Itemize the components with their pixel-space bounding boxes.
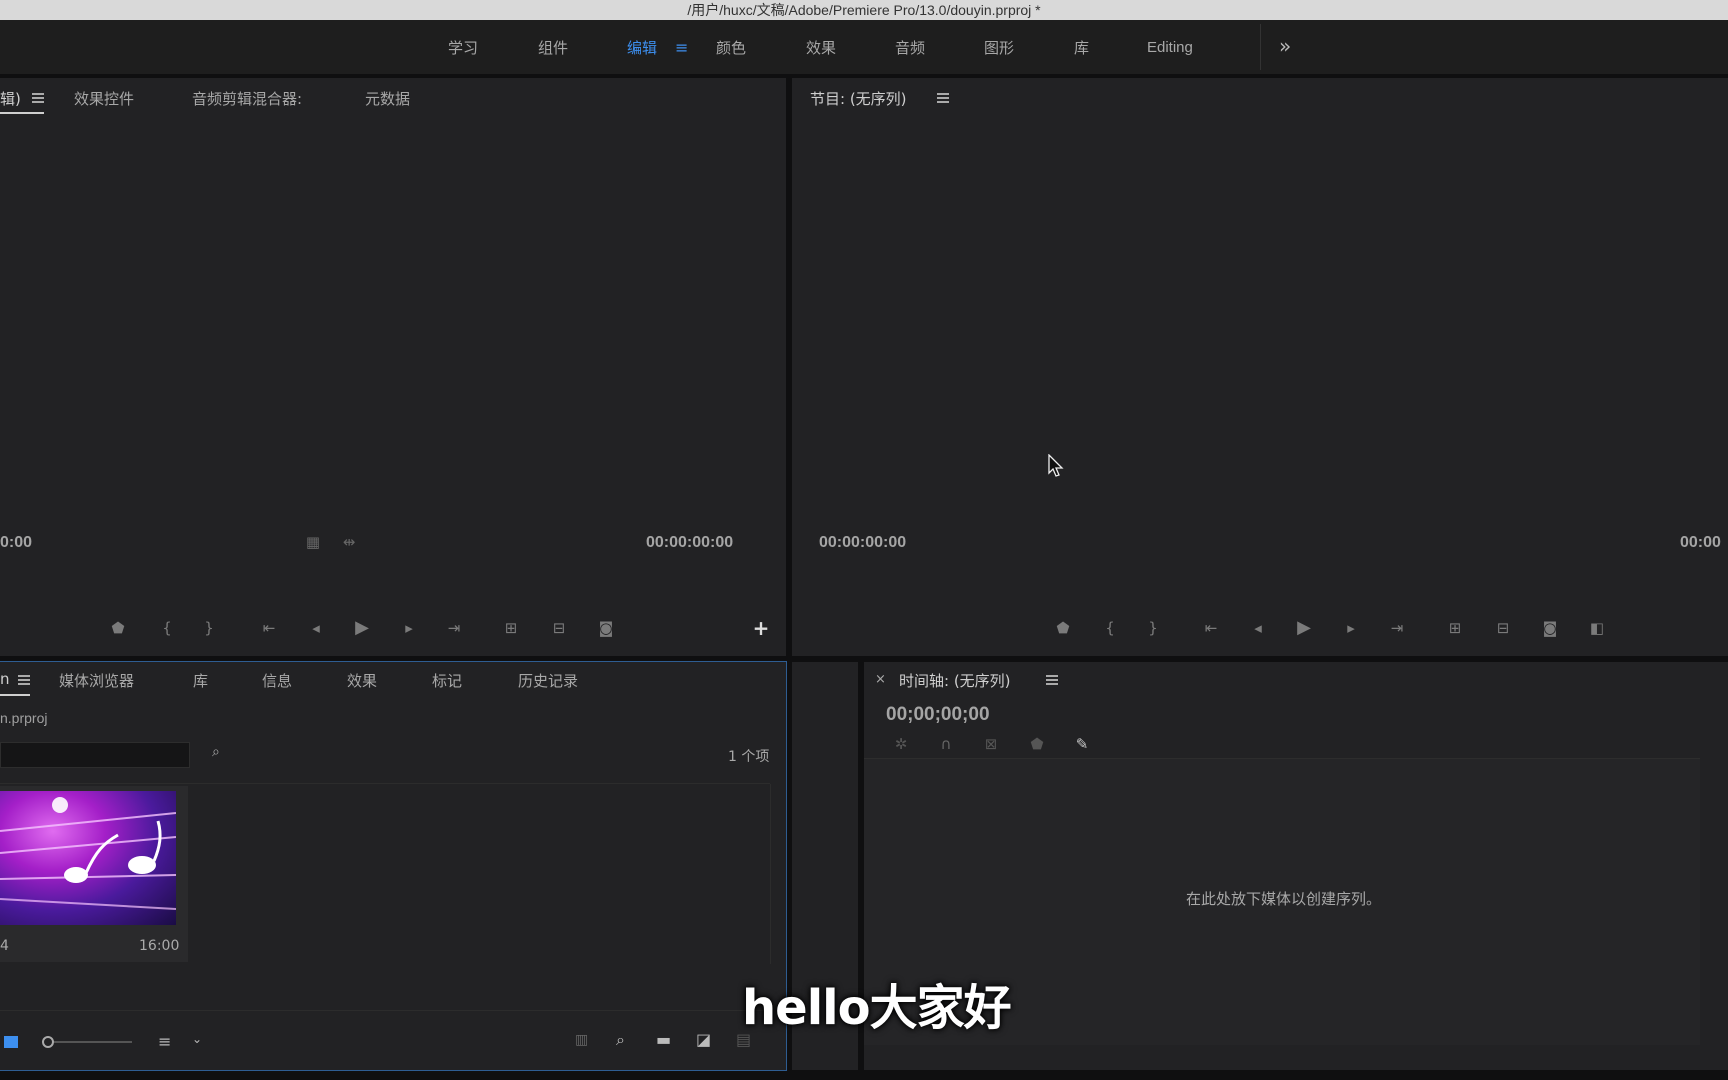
tab-libraries[interactable]: 库 xyxy=(193,670,208,691)
close-icon[interactable]: × xyxy=(875,672,886,687)
timeline-empty-message: 在此处放下媒体以创建序列。 xyxy=(1186,890,1382,908)
play-icon[interactable]: ▶ xyxy=(351,618,373,638)
workspace-tab-libraries[interactable]: 库 xyxy=(1074,20,1089,74)
workspace-tab-assembly[interactable]: 组件 xyxy=(538,20,568,74)
tab-history[interactable]: 历史记录 xyxy=(518,670,578,691)
overwrite-icon[interactable]: ⊟ xyxy=(548,618,570,638)
step-forward-icon[interactable]: ▸ xyxy=(398,618,420,638)
tab-effect-controls[interactable]: 效果控件 xyxy=(74,88,134,109)
workspace-tab-audio[interactable]: 音频 xyxy=(895,20,925,74)
add-button-icon[interactable]: + xyxy=(750,618,772,638)
step-back-icon[interactable]: ◂ xyxy=(305,618,327,638)
drag-audio-icon[interactable]: ⇹ xyxy=(338,532,360,552)
workspace-bar: 学习 组件 编辑 ≡ 颜色 效果 音频 图形 库 Editing » xyxy=(0,20,1728,74)
source-monitor-panel: 辑) 效果控件 音频剪辑混合器: 元数据 0:00 ▦ ⇹ 00:00:00:0… xyxy=(0,78,786,656)
mark-in-icon[interactable]: { xyxy=(1099,618,1121,638)
search-input[interactable] xyxy=(0,742,190,768)
play-icon[interactable]: ▶ xyxy=(1293,618,1315,638)
clip-card[interactable]: 4 16:00 xyxy=(0,786,188,962)
program-monitor-panel: 节目: (无序列) 00:00:00:00 00:00 ⬟ { } ⇤ ◂ ▶ … xyxy=(792,78,1728,656)
tab-source[interactable]: 辑) xyxy=(0,88,21,109)
tab-audio-clip-mixer[interactable]: 音频剪辑混合器: xyxy=(192,88,302,109)
nest-icon[interactable]: ✲ xyxy=(890,734,912,754)
drag-video-icon[interactable]: ▦ xyxy=(302,532,324,552)
workspace-tab-editing[interactable]: 编辑 xyxy=(627,20,657,74)
source-duration-timecode: 00:00:00:00 xyxy=(646,534,734,551)
mark-out-icon[interactable]: } xyxy=(198,618,220,638)
workspace-tab-effects[interactable]: 效果 xyxy=(806,20,836,74)
bin-grid-area xyxy=(190,784,771,964)
step-forward-icon[interactable]: ▸ xyxy=(1340,618,1362,638)
workspace-tab-learn[interactable]: 学习 xyxy=(448,20,478,74)
tab-metadata[interactable]: 元数据 xyxy=(365,88,410,109)
clip-thumbnail xyxy=(0,791,176,925)
search-bin-icon[interactable]: ⌕ xyxy=(212,744,232,762)
project-file-name: n.prproj xyxy=(0,710,48,726)
workspace-divider xyxy=(1260,24,1261,70)
wrench-icon[interactable]: ✎ xyxy=(1071,734,1093,754)
mouse-cursor-icon xyxy=(1048,453,1064,478)
icon-view-icon[interactable] xyxy=(4,1036,18,1048)
timeline-playhead-timecode[interactable]: 00;00;00;00 xyxy=(886,704,990,726)
panel-menu-icon[interactable] xyxy=(18,675,30,685)
snap-magnet-icon[interactable]: ∩ xyxy=(935,734,957,754)
camera-icon[interactable]: ◙ xyxy=(1539,618,1561,638)
active-tab-underline xyxy=(0,112,44,114)
add-marker-icon[interactable]: ⬟ xyxy=(1026,734,1048,754)
timeline-panel-title[interactable]: 时间轴: (无序列) xyxy=(899,670,1011,691)
panel-menu-icon[interactable] xyxy=(937,93,949,103)
mark-in-icon[interactable]: { xyxy=(156,618,178,638)
program-playhead-timecode[interactable]: 00:00:00:00 xyxy=(819,534,906,552)
video-subtitle: hello大家好 xyxy=(742,980,1012,1036)
tab-media-browser[interactable]: 媒体浏览器 xyxy=(59,670,134,691)
tab-info[interactable]: 信息 xyxy=(262,670,292,691)
mark-out-icon[interactable]: } xyxy=(1142,618,1164,638)
workspace-tab-graphics[interactable]: 图形 xyxy=(984,20,1014,74)
window-title-bar: /用户/huxc/文稿/Adobe/Premiere Pro/13.0/douy… xyxy=(0,0,1728,20)
add-marker-icon[interactable]: ⬟ xyxy=(107,618,129,638)
lift-icon[interactable]: ⊞ xyxy=(1444,618,1466,638)
add-marker-icon[interactable]: ⬟ xyxy=(1052,618,1074,638)
new-item-icon[interactable]: ◪ xyxy=(696,1030,718,1050)
workspace-tab-editing-custom[interactable]: Editing xyxy=(1147,20,1193,74)
zoom-slider-track[interactable] xyxy=(54,1041,132,1043)
tab-effects[interactable]: 效果 xyxy=(347,670,377,691)
panel-menu-icon[interactable] xyxy=(1046,675,1058,685)
zoom-slider-handle[interactable] xyxy=(42,1036,54,1048)
step-back-icon[interactable]: ◂ xyxy=(1247,618,1269,638)
clip-name: 4 xyxy=(0,938,9,954)
active-tab-underline xyxy=(0,694,30,696)
go-to-in-icon[interactable]: ⇤ xyxy=(258,618,280,638)
divider xyxy=(0,1010,770,1011)
workspace-menu-icon[interactable]: ≡ xyxy=(675,20,688,74)
extract-icon[interactable]: ⊟ xyxy=(1492,618,1514,638)
chevron-down-icon[interactable]: ⌄ xyxy=(192,1032,206,1050)
search-icon[interactable]: ⌕ xyxy=(616,1030,638,1050)
program-panel-title[interactable]: 节目: (无序列) xyxy=(810,88,907,109)
new-bin-icon[interactable]: ▬ xyxy=(656,1030,678,1050)
chevron-double-right-icon[interactable]: » xyxy=(1279,34,1301,58)
go-to-out-icon[interactable]: ⇥ xyxy=(1386,618,1408,638)
tab-project[interactable]: n xyxy=(0,670,10,688)
insert-icon[interactable]: ⊞ xyxy=(500,618,522,638)
workspace-tab-color[interactable]: 颜色 xyxy=(716,20,746,74)
clip-duration: 16:00 xyxy=(139,938,180,954)
camera-icon[interactable]: ◙ xyxy=(595,618,617,638)
comparison-view-icon[interactable]: ◧ xyxy=(1586,618,1608,638)
program-duration-timecode: 00:00 xyxy=(1680,534,1721,551)
source-playhead-timecode[interactable]: 0:00 xyxy=(0,534,32,552)
automate-to-sequence-icon[interactable]: ▥ xyxy=(575,1032,597,1050)
tab-markers[interactable]: 标记 xyxy=(432,670,462,691)
project-panel: n 媒体浏览器 库 信息 效果 标记 历史记录 n.prproj ⌕ 1 个项 … xyxy=(0,661,787,1071)
item-count-label: 1 个项 xyxy=(728,749,770,765)
go-to-in-icon[interactable]: ⇤ xyxy=(1200,618,1222,638)
go-to-out-icon[interactable]: ⇥ xyxy=(443,618,465,638)
sort-icon[interactable]: ≡ xyxy=(158,1032,178,1051)
panel-menu-icon[interactable] xyxy=(32,93,44,103)
linked-selection-icon[interactable]: ⊠ xyxy=(980,734,1002,754)
